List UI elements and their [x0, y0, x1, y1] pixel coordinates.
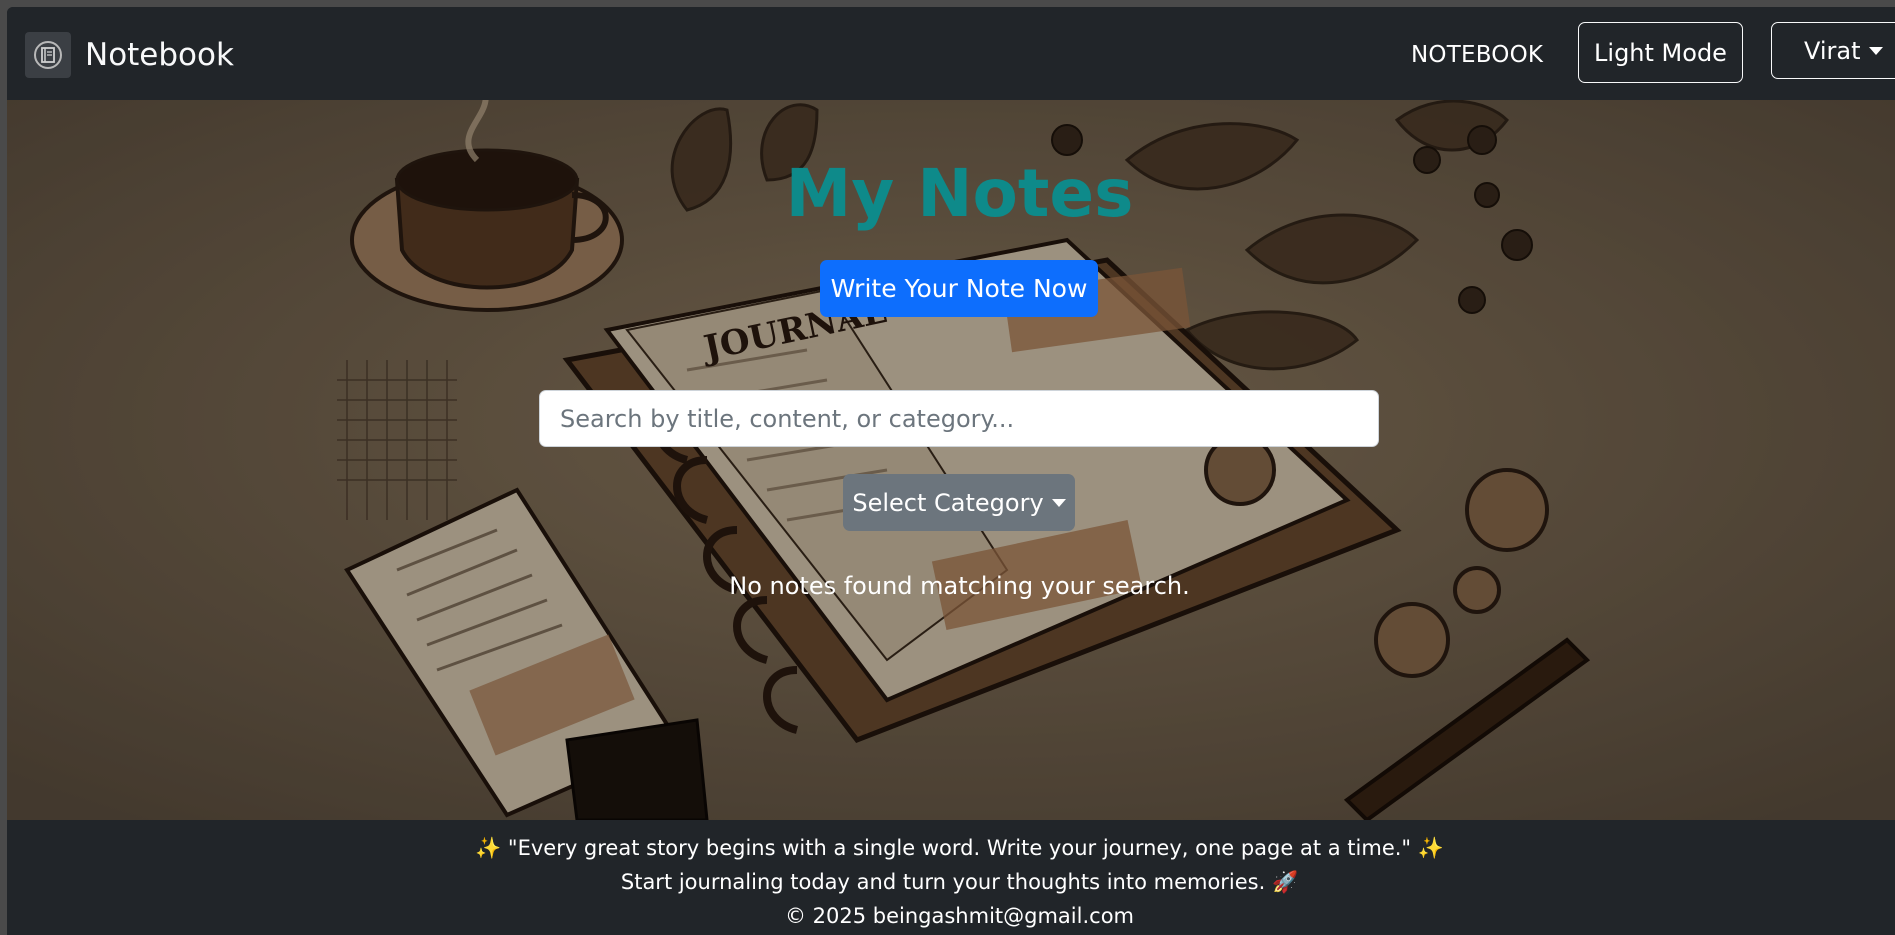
- chevron-down-icon: [1051, 498, 1066, 507]
- light-mode-label: Light Mode: [1594, 38, 1727, 67]
- hero-section: JOURNAL My Notes Write Your Note Now Sea…: [7, 100, 1895, 820]
- search-input[interactable]: [539, 390, 1379, 447]
- nav-link-notebook[interactable]: NOTEBOOK: [1411, 42, 1543, 68]
- screen-frame: Notebook NOTEBOOK Light Mode Virat JOURN…: [0, 0, 1895, 935]
- footer: ✨ "Every great story begins with a singl…: [7, 820, 1895, 935]
- select-category-dropdown[interactable]: Select Category: [843, 474, 1075, 531]
- page-title: My Notes: [785, 155, 1134, 232]
- brand-title: Notebook: [85, 36, 234, 73]
- empty-state-message: No notes found matching your search.: [729, 572, 1190, 600]
- write-note-label: Write Your Note Now: [830, 274, 1088, 303]
- footer-tagline: Start journaling today and turn your tho…: [620, 870, 1299, 894]
- write-note-button[interactable]: Write Your Note Now: [820, 260, 1098, 317]
- user-menu-label: Virat: [1804, 36, 1861, 65]
- footer-quote: ✨ "Every great story begins with a singl…: [475, 836, 1444, 860]
- navbar-brand[interactable]: Notebook: [25, 32, 234, 78]
- select-category-label: Select Category: [852, 488, 1044, 517]
- navbar: Notebook NOTEBOOK Light Mode Virat: [7, 7, 1895, 100]
- user-menu-button[interactable]: Virat: [1771, 22, 1895, 79]
- app-window: Notebook NOTEBOOK Light Mode Virat JOURN…: [7, 7, 1895, 935]
- notebook-logo-icon: [25, 32, 71, 78]
- footer-copyright: © 2025 beingashmit@gmail.com: [784, 904, 1134, 928]
- chevron-down-icon: [1868, 46, 1883, 55]
- light-mode-button[interactable]: Light Mode: [1578, 22, 1743, 83]
